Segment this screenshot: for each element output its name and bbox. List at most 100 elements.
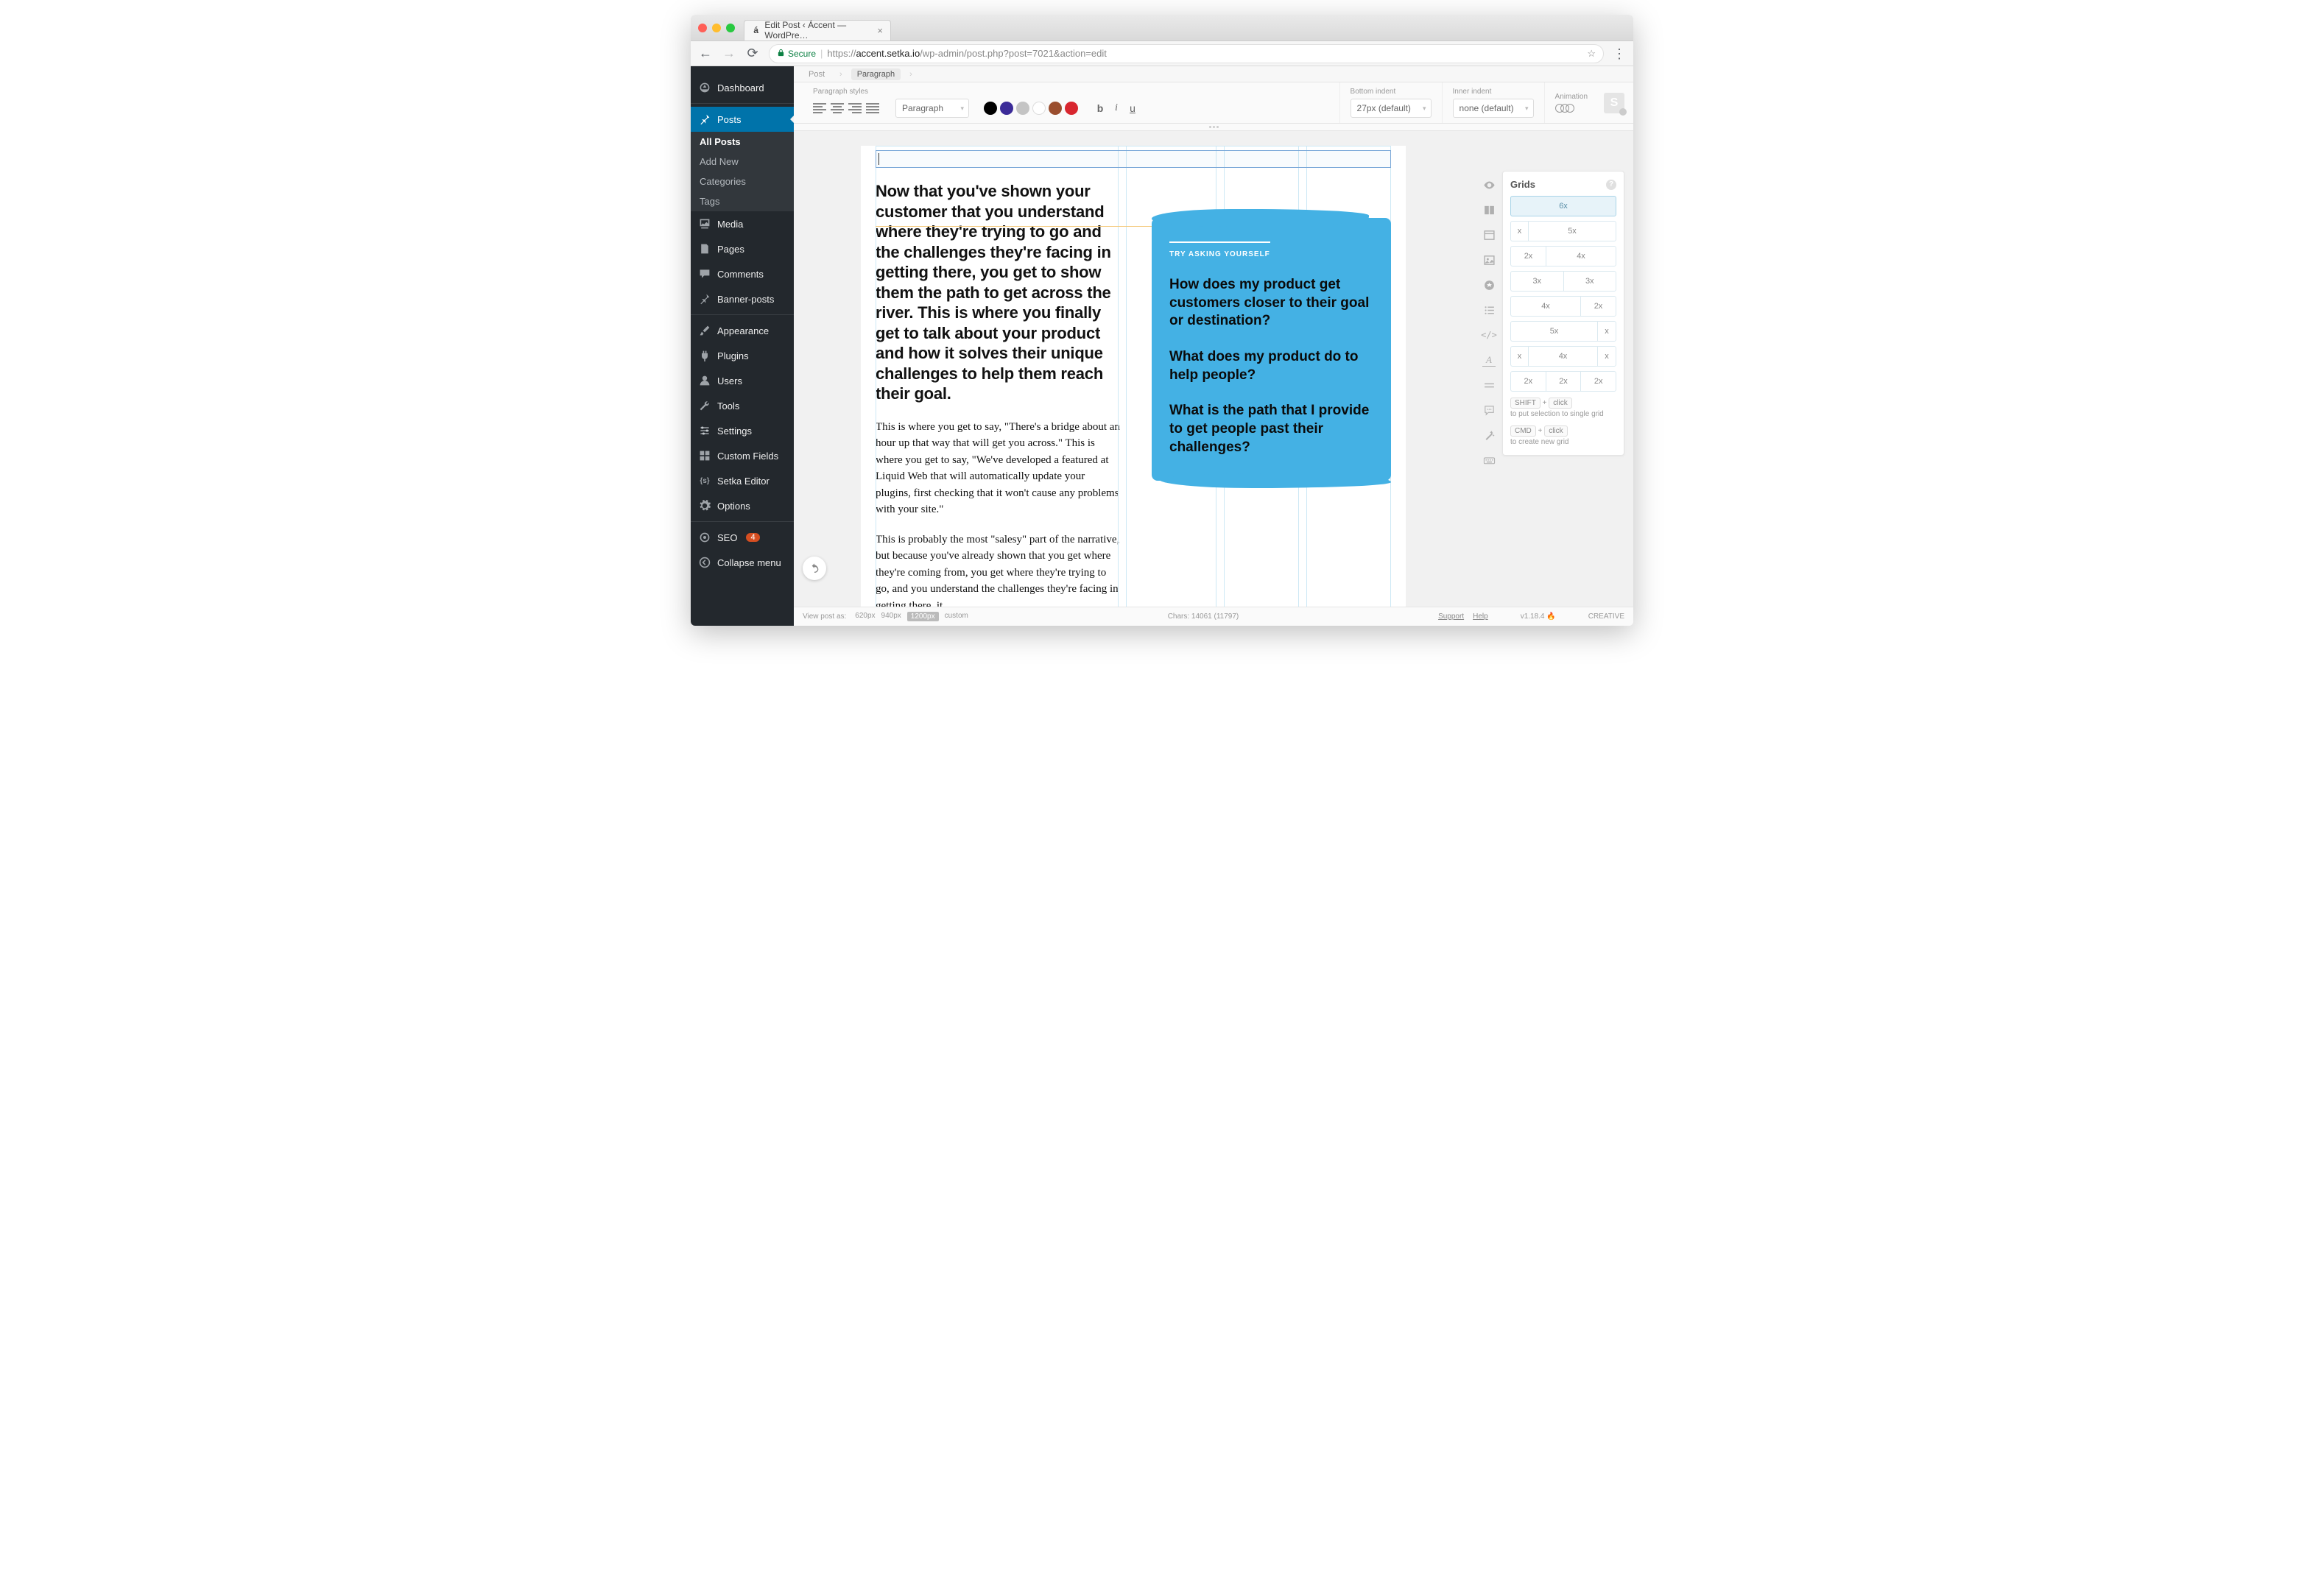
color-swatch[interactable]	[1032, 102, 1046, 115]
sidebar-item-custom-fields[interactable]: Custom Fields	[691, 443, 794, 468]
text-a-icon[interactable]: A	[1482, 353, 1496, 367]
sidebar-item-plugins[interactable]: Plugins	[691, 343, 794, 368]
breakpoint-option[interactable]: 940px	[881, 612, 901, 621]
brush-icon	[698, 324, 711, 337]
align-center-button[interactable]	[831, 103, 844, 113]
help-icon[interactable]: ?	[1606, 180, 1616, 190]
divider-icon[interactable]	[1482, 378, 1496, 392]
editor-canvas[interactable]: Now that you've shown your customer that…	[861, 146, 1406, 607]
active-paragraph-block[interactable]	[876, 150, 1391, 168]
comment-icon[interactable]	[1482, 403, 1496, 417]
grid-option[interactable]: 6x	[1510, 196, 1616, 216]
color-swatch[interactable]	[1049, 102, 1062, 115]
sidebar-item-tools[interactable]: Tools	[691, 393, 794, 418]
submenu-categories[interactable]: Categories	[691, 172, 794, 191]
support-link[interactable]: Support	[1438, 612, 1464, 621]
address-bar[interactable]: Secure | https://accent.setka.io/wp-admi…	[769, 44, 1604, 63]
undo-button[interactable]	[803, 557, 826, 580]
color-swatch[interactable]	[1016, 102, 1029, 115]
align-right-button[interactable]	[848, 103, 862, 113]
window-icon[interactable]	[1482, 228, 1496, 241]
bookmark-icon[interactable]: ☆	[1587, 48, 1596, 60]
sidebar-item-label: Tools	[717, 400, 739, 412]
content-paragraph-2[interactable]: This is probably the most "salesy" part …	[876, 532, 1122, 607]
sidebar-item-setka[interactable]: {s}Setka Editor	[691, 468, 794, 493]
grid-cell: 2x	[1546, 372, 1582, 391]
grid-option[interactable]: 5xx	[1510, 321, 1616, 342]
submenu-add-new[interactable]: Add New	[691, 152, 794, 172]
align-justify-button[interactable]	[866, 103, 879, 113]
grids-panel-title: Grids?	[1510, 179, 1616, 190]
grid-option[interactable]: x5x	[1510, 221, 1616, 241]
gear-icon	[698, 499, 711, 512]
sidebar-item-posts[interactable]: Posts	[691, 107, 794, 132]
sidebar-item-label: Posts	[717, 114, 742, 125]
callout-q2[interactable]: What does my product do to help people?	[1169, 348, 1373, 384]
submenu-all-posts[interactable]: All Posts	[691, 132, 794, 152]
content-heading[interactable]: Now that you've shown your customer that…	[876, 181, 1122, 404]
content-paragraph-1[interactable]: This is where you get to say, "There's a…	[876, 419, 1122, 518]
list-icon[interactable]	[1482, 303, 1496, 317]
callout-q3[interactable]: What is the path that I provide to get p…	[1169, 402, 1373, 456]
fullscreen-window-button[interactable]	[726, 24, 735, 32]
grid-cell: 4x	[1529, 347, 1598, 366]
preview-icon[interactable]	[1482, 178, 1496, 191]
paragraph-style-select[interactable]: Paragraph	[895, 99, 969, 118]
close-tab-icon[interactable]: ×	[877, 25, 883, 36]
sidebar-item-options[interactable]: Options	[691, 493, 794, 518]
align-left-button[interactable]	[813, 103, 826, 113]
tab-title: Edit Post ‹ Áccent — WordPre…	[764, 20, 868, 40]
bottom-indent-select[interactable]: 27px (default)	[1351, 99, 1432, 118]
grid-cell: 2x	[1581, 297, 1616, 316]
breakpoint-option[interactable]: custom	[945, 612, 968, 621]
browser-tab[interactable]: á Edit Post ‹ Áccent — WordPre… ×	[744, 20, 891, 40]
setka-badge[interactable]: S	[1604, 93, 1624, 113]
underline-button[interactable]: u	[1127, 102, 1138, 114]
crumb-post[interactable]: Post	[803, 68, 831, 80]
secure-indicator: Secure	[777, 49, 816, 59]
columns-icon[interactable]	[1482, 203, 1496, 216]
sidebar-item-dashboard[interactable]: Dashboard	[691, 75, 794, 100]
forward-button[interactable]: →	[722, 46, 736, 61]
sidebar-item-comments[interactable]: Comments	[691, 261, 794, 286]
sidebar-collapse[interactable]: Collapse menu	[691, 550, 794, 575]
grid-option[interactable]: 4x2x	[1510, 296, 1616, 317]
editor-canvas-scroll[interactable]: Now that you've shown your customer that…	[794, 131, 1476, 607]
crumb-paragraph[interactable]: Paragraph	[851, 68, 901, 80]
animation-button[interactable]	[1555, 104, 1588, 113]
sidebar-item-seo[interactable]: SEO4	[691, 525, 794, 550]
italic-button[interactable]: i	[1110, 102, 1122, 114]
grid-option[interactable]: 3x3x	[1510, 271, 1616, 292]
back-button[interactable]: ←	[698, 46, 713, 61]
sidebar-item-pages[interactable]: Pages	[691, 236, 794, 261]
keyboard-icon[interactable]	[1482, 453, 1496, 467]
bold-button[interactable]: b	[1094, 102, 1106, 114]
sidebar-item-users[interactable]: Users	[691, 368, 794, 393]
breakpoint-option[interactable]: 1200px	[907, 612, 939, 621]
breakpoint-option[interactable]: 620px	[855, 612, 875, 621]
color-swatch[interactable]	[1065, 102, 1078, 115]
color-swatch[interactable]	[984, 102, 997, 115]
inner-indent-select[interactable]: none (default)	[1453, 99, 1534, 118]
image-icon[interactable]	[1482, 253, 1496, 266]
color-swatch[interactable]	[1000, 102, 1013, 115]
reload-button[interactable]: ⟳	[745, 46, 760, 61]
help-link[interactable]: Help	[1473, 612, 1488, 621]
sidebar-callout[interactable]: TRY ASKING YOURSELF How does my product …	[1152, 218, 1391, 481]
close-window-button[interactable]	[698, 24, 707, 32]
star-circle-icon[interactable]	[1482, 278, 1496, 292]
magic-wand-icon[interactable]	[1482, 428, 1496, 442]
grid-option[interactable]: 2x4x	[1510, 246, 1616, 266]
grid-option[interactable]: x4xx	[1510, 346, 1616, 367]
sidebar-item-appearance[interactable]: Appearance	[691, 318, 794, 343]
minimize-window-button[interactable]	[712, 24, 721, 32]
submenu-tags[interactable]: Tags	[691, 191, 794, 211]
sidebar-item-banner-posts[interactable]: Banner-posts	[691, 286, 794, 311]
grid-option[interactable]: 2x2x2x	[1510, 371, 1616, 392]
sidebar-item-media[interactable]: Media	[691, 211, 794, 236]
code-icon[interactable]: </>	[1482, 328, 1496, 342]
callout-q1[interactable]: How does my product get customers closer…	[1169, 276, 1373, 331]
pin-icon	[698, 113, 711, 126]
drag-handle[interactable]	[794, 124, 1633, 131]
sidebar-item-settings[interactable]: Settings	[691, 418, 794, 443]
